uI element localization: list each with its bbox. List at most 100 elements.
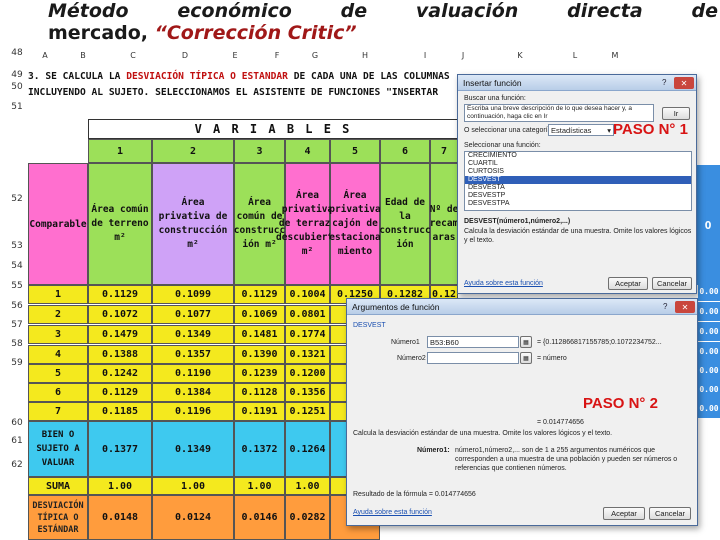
- category-select[interactable]: Estadísticas ▾: [548, 124, 614, 136]
- column-header[interactable]: C: [126, 51, 140, 60]
- value-cell[interactable]: 0.1321: [285, 345, 330, 364]
- column-header[interactable]: D: [178, 51, 192, 60]
- function-list-item[interactable]: CRECIMIENTO: [465, 152, 691, 160]
- value-cell[interactable]: 0.1069: [234, 305, 285, 324]
- variable-header[interactable]: Área común de terreno m²: [88, 163, 152, 285]
- value-cell[interactable]: 0.1349: [152, 325, 234, 344]
- variable-header[interactable]: Área privativa de terraza descubierta m²: [276, 163, 339, 285]
- right-value[interactable]: 0.00: [698, 302, 720, 321]
- function-list-item[interactable]: CUARTIL: [465, 160, 691, 168]
- column-header[interactable]: M: [608, 51, 622, 60]
- right-column-header[interactable]: O: [696, 165, 720, 285]
- desviacion-value[interactable]: 0.0148: [88, 495, 152, 540]
- column-header[interactable]: G: [308, 51, 322, 60]
- variable-header[interactable]: Edad de la construcc ión: [379, 163, 431, 285]
- comparable-id[interactable]: 4: [28, 345, 88, 364]
- subject-label[interactable]: BIEN O SUJETO A VALUAR: [28, 421, 88, 477]
- value-cell[interactable]: 0.1129: [88, 383, 152, 402]
- row-header[interactable]: 58: [8, 339, 26, 349]
- column-header[interactable]: H: [358, 51, 372, 60]
- row-header[interactable]: 54: [8, 261, 26, 271]
- help-link[interactable]: Ayuda sobre esta función: [353, 509, 432, 516]
- row-header[interactable]: 61: [8, 436, 26, 446]
- variable-header[interactable]: Área privativa cajón de estaciona miento: [329, 163, 381, 285]
- comparable-id[interactable]: 5: [28, 364, 88, 383]
- value-cell[interactable]: 0.0801: [285, 305, 330, 324]
- suma-label[interactable]: SUMA: [28, 477, 88, 495]
- right-value[interactable]: 0.00: [698, 361, 720, 380]
- arg2-input[interactable]: [427, 352, 519, 364]
- subject-value[interactable]: 0.1264: [285, 421, 330, 477]
- desviacion-value[interactable]: 0.0282: [285, 495, 330, 540]
- variable-number[interactable]: 7: [430, 139, 458, 163]
- value-cell[interactable]: 0.1196: [152, 402, 234, 421]
- row-header[interactable]: 62: [8, 460, 26, 470]
- column-header[interactable]: E: [228, 51, 242, 60]
- value-cell[interactable]: 0.1251: [285, 402, 330, 421]
- variable-header[interactable]: Nº de recam aras: [430, 163, 458, 285]
- subject-value[interactable]: 0.1349: [152, 421, 234, 477]
- suma-value[interactable]: 1.00: [234, 477, 285, 495]
- variable-number[interactable]: 5: [330, 139, 380, 163]
- ok-button[interactable]: Aceptar: [608, 277, 648, 290]
- column-header[interactable]: F: [270, 51, 284, 60]
- row-header[interactable]: 51: [8, 102, 26, 112]
- value-cell[interactable]: 0.1099: [152, 285, 234, 304]
- row-header[interactable]: 48: [8, 48, 26, 58]
- row-header[interactable]: 56: [8, 301, 26, 311]
- right-value[interactable]: 0.00: [698, 399, 720, 418]
- search-input[interactable]: Escriba una breve descripción de lo que …: [464, 104, 654, 122]
- comparable-id[interactable]: 2: [28, 305, 88, 324]
- help-icon[interactable]: ?: [663, 302, 673, 312]
- value-cell[interactable]: 0.1356: [285, 383, 330, 402]
- suma-value[interactable]: 1.00: [152, 477, 234, 495]
- value-cell[interactable]: 0.1128: [234, 383, 285, 402]
- comparable-id[interactable]: 7: [28, 402, 88, 421]
- comparable-id[interactable]: 6: [28, 383, 88, 402]
- right-value[interactable]: 0.00: [698, 380, 720, 399]
- suma-value[interactable]: 1.00: [285, 477, 330, 495]
- row-header[interactable]: 50: [8, 82, 26, 92]
- value-cell[interactable]: 0.1077: [152, 305, 234, 324]
- column-header[interactable]: K: [513, 51, 527, 60]
- row-header[interactable]: 57: [8, 320, 26, 330]
- column-header[interactable]: A: [38, 51, 52, 60]
- row-header[interactable]: 59: [8, 358, 26, 368]
- variable-number[interactable]: 1: [88, 139, 152, 163]
- value-cell[interactable]: 0.1481: [234, 325, 285, 344]
- right-value[interactable]: 0.00: [698, 342, 720, 361]
- row-header[interactable]: 53: [8, 241, 26, 251]
- value-cell[interactable]: 0.1384: [152, 383, 234, 402]
- row-header[interactable]: 60: [8, 418, 26, 428]
- row-header[interactable]: 55: [8, 281, 26, 291]
- variable-header[interactable]: Área privativa de construcción m²: [152, 163, 234, 285]
- variable-number[interactable]: 3: [234, 139, 285, 163]
- value-cell[interactable]: 0.1072: [88, 305, 152, 324]
- help-link[interactable]: Ayuda sobre esta función: [464, 280, 543, 287]
- function-list[interactable]: CRECIMIENTO CUARTIL CURTOSIS DESVEST DESVEST…: [464, 151, 692, 211]
- close-icon[interactable]: ✕: [675, 301, 695, 313]
- arg1-input[interactable]: B53:B60: [427, 336, 519, 348]
- help-icon[interactable]: ?: [662, 78, 672, 88]
- ok-button[interactable]: Aceptar: [603, 507, 645, 520]
- column-header[interactable]: B: [76, 51, 90, 60]
- value-cell[interactable]: 0.1185: [88, 402, 152, 421]
- variable-number[interactable]: 6: [380, 139, 430, 163]
- value-cell[interactable]: 0.1200: [285, 364, 330, 383]
- column-header[interactable]: I: [418, 51, 432, 60]
- value-cell[interactable]: 0.1774: [285, 325, 330, 344]
- right-value[interactable]: 0.00: [698, 282, 720, 301]
- value-cell[interactable]: 0.1388: [88, 345, 152, 364]
- desviacion-label[interactable]: DESVIACIÓN TÍPICA O ESTÁNDAR: [28, 495, 88, 540]
- function-list-item[interactable]: DESVEST: [465, 176, 691, 184]
- value-cell[interactable]: 0.1004: [285, 285, 330, 304]
- comparable-header[interactable]: Comparable: [28, 163, 88, 285]
- subject-value[interactable]: 0.1372: [234, 421, 285, 477]
- subject-value[interactable]: 0.1377: [88, 421, 152, 477]
- comparable-id[interactable]: 3: [28, 325, 88, 344]
- function-list-item[interactable]: DESVESTA: [465, 184, 691, 192]
- value-cell[interactable]: 0.1239: [234, 364, 285, 383]
- column-header[interactable]: J: [456, 51, 470, 60]
- value-cell[interactable]: 0.1390: [234, 345, 285, 364]
- variable-number[interactable]: 4: [285, 139, 330, 163]
